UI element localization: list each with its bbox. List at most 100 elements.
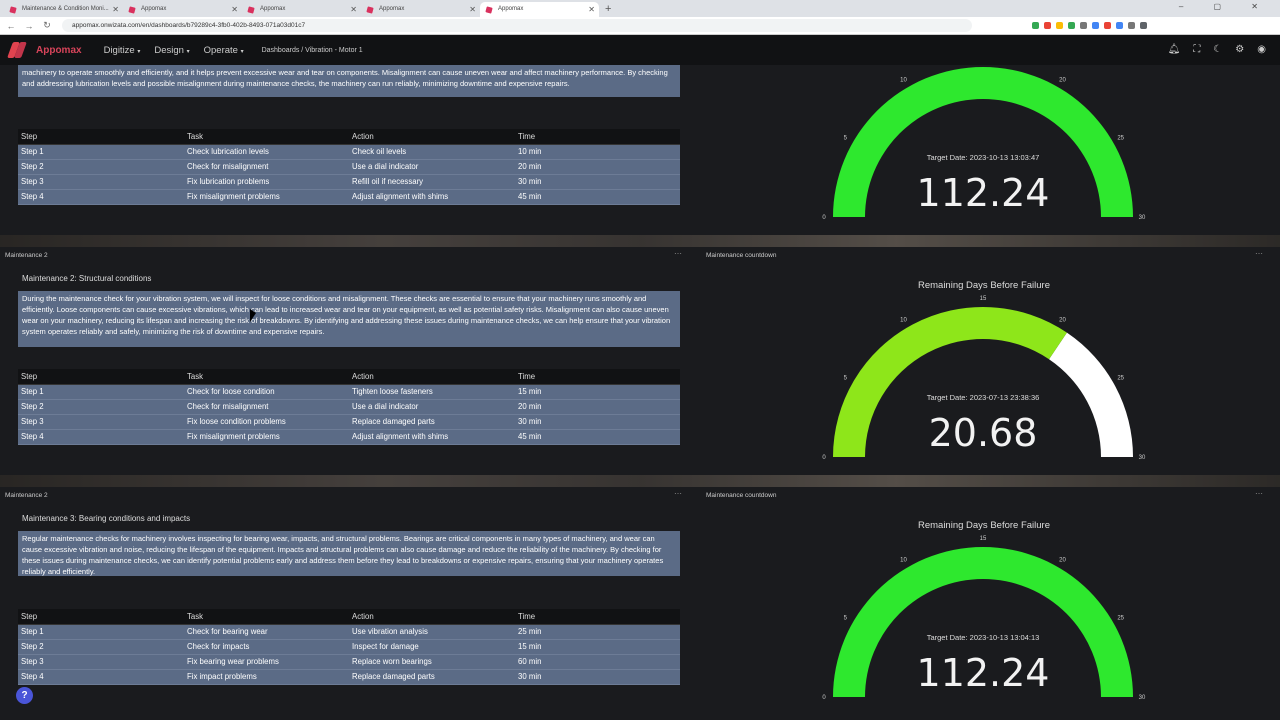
- new-tab-icon[interactable]: +: [599, 3, 617, 17]
- gauge-tick-label: 0: [822, 455, 826, 461]
- extension-icon[interactable]: [1068, 22, 1075, 29]
- gauge-title: Remaining Days Before Failure: [917, 520, 1050, 531]
- maintenance-title: Maintenance 3: Bearing conditions and im…: [22, 514, 191, 523]
- table-row: Step 1 Check for loose condition Tighten l…: [18, 384, 680, 400]
- gauge-tick-label: 10: [900, 557, 907, 563]
- menu-operate[interactable]: Operate ▾: [204, 45, 244, 56]
- extension-icon[interactable]: [1116, 22, 1123, 29]
- chevron-down-icon: ▾: [137, 48, 141, 55]
- close-tab-icon[interactable]: ✕: [231, 5, 238, 14]
- countdown-gauge: 051015202530Target Date: 2023-10-13 13:0…: [822, 67, 1146, 221]
- gauge-tick-label: 20: [1059, 77, 1066, 83]
- gauge-tick-label: 0: [822, 215, 826, 221]
- profile-avatar[interactable]: [1140, 22, 1147, 29]
- countdown-gauge: 0 5 10 15 20 25 30 Target Date: 2023-07-13 23:3…: [822, 296, 1146, 461]
- header-icons: 🔔︎ ⛶ ☾ ⚙ ◉: [1168, 44, 1266, 55]
- gear-icon[interactable]: ⚙: [1235, 44, 1244, 55]
- forward-icon[interactable]: →: [22, 21, 36, 31]
- gauge-target-date: Target Date: 2023-07-13 23:38:36: [927, 393, 1040, 402]
- fullscreen-icon[interactable]: ⛶: [1193, 44, 1200, 55]
- gauge-value: 112.24: [917, 171, 1050, 215]
- countdown-gauge: 051015202530Target Date: 2023-10-13 13:0…: [822, 536, 1146, 701]
- table-row: Step 2 Check for misalignment Use a dial i…: [18, 159, 680, 175]
- table-header-row: Step Task Action Time: [18, 369, 680, 385]
- address-bar: ← → ↻ appomax.onwizata.com/en/dashboards…: [0, 17, 1280, 35]
- gauge-target-date: Target Date: 2023-10-13 13:04:13: [927, 633, 1040, 642]
- table-row: Step 1 Check for bearing wear Use vibratio…: [18, 624, 680, 640]
- table-row: Step 4 Fix misalignment problems Adjust al…: [18, 189, 680, 205]
- window-controls[interactable]: – ▢ ✕: [1179, 2, 1272, 11]
- gauge-tick-label: 5: [844, 376, 848, 382]
- url-input[interactable]: appomax.onwizata.com/en/dashboards/b7928…: [62, 19, 972, 32]
- extension-icon[interactable]: [1128, 22, 1135, 29]
- appomax-favicon-icon: [366, 6, 374, 14]
- brand-name[interactable]: Appomax: [36, 45, 82, 56]
- maintenance-description: During the maintenance check for your vi…: [18, 291, 680, 347]
- browser-tab[interactable]: Appomax ✕: [242, 2, 361, 17]
- extension-icon[interactable]: [1104, 22, 1111, 29]
- extension-icon[interactable]: [1092, 22, 1099, 29]
- panel-menu-icon[interactable]: ⋯: [1255, 249, 1272, 258]
- menu-design[interactable]: Design ▾: [154, 45, 189, 56]
- table-header-row: Step Task Action Time: [18, 129, 680, 145]
- panel-menu-icon[interactable]: ⋯: [1255, 489, 1272, 498]
- dashboard: machinery to operate smoothly and effici…: [0, 65, 1280, 720]
- extension-icon[interactable]: [1044, 22, 1051, 29]
- moon-icon[interactable]: ☾: [1213, 44, 1222, 55]
- gauge-target-date: Target Date: 2023-10-13 13:03:47: [927, 153, 1040, 162]
- panel-divider: [0, 475, 1280, 487]
- panel-divider: [0, 235, 1280, 247]
- appomax-favicon-icon: [9, 6, 17, 14]
- table-row: Step 3 Fix bearing wear problems Replace w…: [18, 654, 680, 670]
- gauge-tick-label: 25: [1117, 616, 1124, 622]
- gauge-tick-label: 30: [1139, 215, 1146, 221]
- gauge-value: 112.24: [917, 651, 1050, 695]
- table-header-row: Step Task Action Time: [18, 609, 680, 625]
- app-header: Appomax Digitize ▾ Design ▾ Operate ▾ Da…: [0, 35, 1280, 65]
- table-row: Step 1 Check lubrication levels Check oil …: [18, 144, 680, 160]
- maintenance-description: Regular maintenance checks for machinery…: [18, 531, 680, 576]
- close-tab-icon[interactable]: ✕: [112, 5, 119, 14]
- close-tab-icon[interactable]: ✕: [350, 5, 357, 14]
- gauge-track: [1049, 332, 1133, 457]
- gauge-panel-title: Maintenance countdown: [706, 492, 777, 499]
- gauge-value: 20.68: [929, 411, 1038, 455]
- gauge-panel-title: Maintenance countdown: [706, 252, 777, 259]
- browser-tab-active[interactable]: Appomax ✕: [480, 2, 599, 17]
- table-row: Step 2 Check for impacts Inspect for damag…: [18, 639, 680, 655]
- steps-table: Step Task Action Time Step 1 Check for loose…: [18, 369, 680, 445]
- maintenance-title: Maintenance 2: Structural conditions: [22, 274, 152, 283]
- gauge-tick-label: 10: [900, 317, 907, 323]
- appomax-favicon-icon: [128, 6, 136, 14]
- breadcrumb[interactable]: Dashboards / Vibration - Motor 1: [262, 47, 363, 54]
- extension-icon[interactable]: [1032, 22, 1039, 29]
- table-row: Step 3 Fix loose condition problems Replac…: [18, 414, 680, 430]
- extension-icon[interactable]: [1056, 22, 1063, 29]
- browser-tab[interactable]: Maintenance & Condition Moni... ✕: [4, 2, 123, 17]
- menu-digitize[interactable]: Digitize ▾: [104, 45, 141, 56]
- reload-icon[interactable]: ↻: [40, 20, 54, 31]
- table-row: Step 2 Check for misalignment Use a dial i…: [18, 399, 680, 415]
- chevron-down-icon: ▾: [240, 48, 244, 55]
- gauge-tick-label: 25: [1117, 136, 1124, 142]
- user-icon[interactable]: ◉: [1257, 44, 1266, 55]
- browser-tab[interactable]: Appomax ✕: [361, 2, 480, 17]
- gauge-tick-label: 15: [980, 296, 987, 302]
- gauge-tick-label: 5: [844, 616, 848, 622]
- gauge-tick-label: 5: [844, 136, 848, 142]
- appomax-favicon-icon: [485, 6, 493, 14]
- close-tab-icon[interactable]: ✕: [588, 5, 595, 14]
- steps-table: Step Task Action Time Step 1 Check for beari…: [18, 609, 680, 685]
- gauge-tick-label: 15: [980, 536, 987, 542]
- gauge-tick-label: 0: [822, 695, 826, 701]
- panel-title: Maintenance 2: [5, 252, 48, 259]
- gauge-tick-label: 10: [900, 77, 907, 83]
- extension-icon[interactable]: [1080, 22, 1087, 29]
- bell-icon[interactable]: 🔔︎: [1168, 44, 1181, 55]
- browser-tab[interactable]: Appomax ✕: [123, 2, 242, 17]
- table-row: Step 4 Fix misalignment problems Adjust al…: [18, 429, 680, 445]
- close-tab-icon[interactable]: ✕: [469, 5, 476, 14]
- help-button[interactable]: ?: [16, 687, 33, 704]
- back-icon[interactable]: ←: [4, 21, 18, 31]
- maintenance-description: machinery to operate smoothly and effici…: [18, 65, 680, 97]
